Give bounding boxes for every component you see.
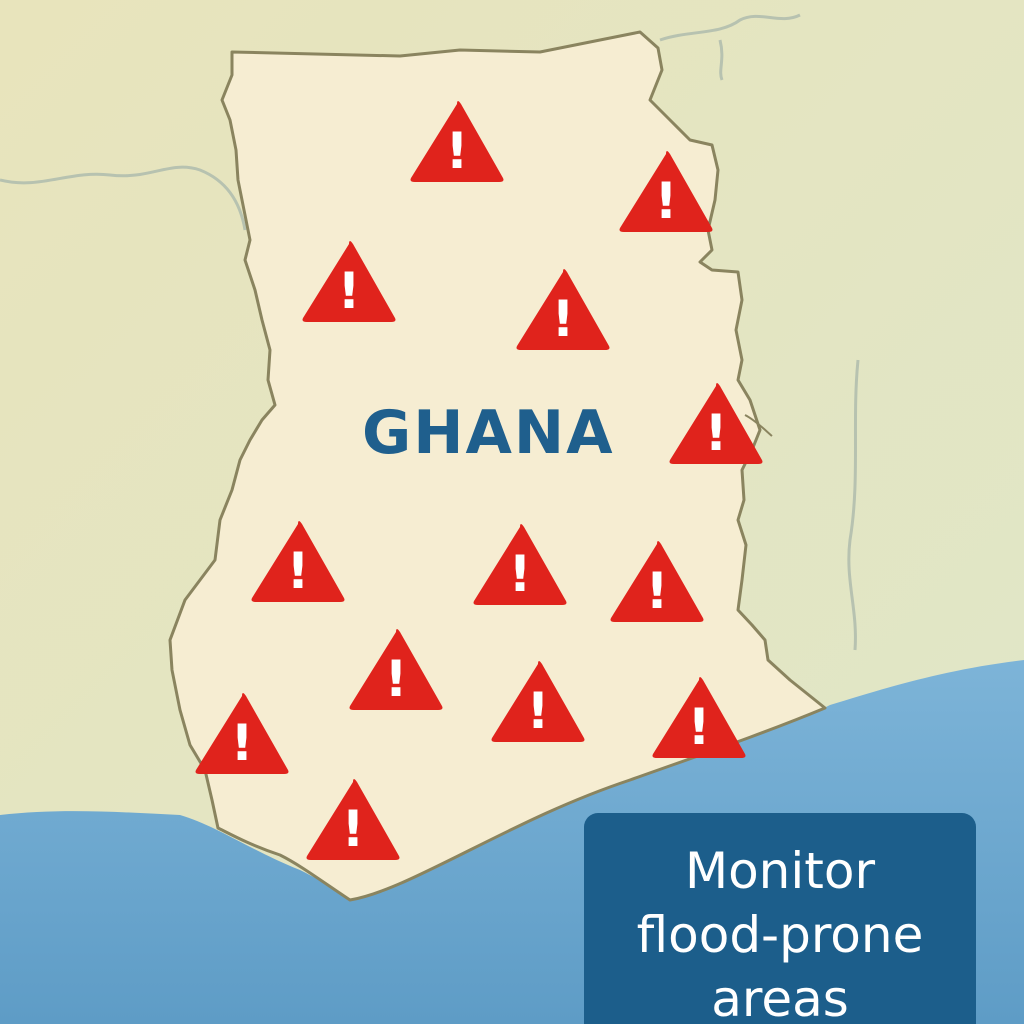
map-view: !!!!!!!!!!!!! GHANA Monitor flood-prone … [0,0,1024,1024]
warning-exclamation: ! [705,404,728,462]
neighbor-border-north-tick [718,39,724,81]
warning-exclamation: ! [552,290,575,348]
warning-exclamation: ! [338,262,361,320]
warning-exclamation: ! [527,682,550,740]
warning-exclamation: ! [342,800,365,858]
warning-exclamation: ! [509,545,532,603]
callout-text: Monitor flood-prone areas [636,842,924,1024]
warning-exclamation: ! [231,714,254,772]
warning-exclamation: ! [385,650,408,708]
callout-box: Monitor flood-prone areas [584,813,976,1024]
warning-exclamation: ! [655,172,678,230]
warning-exclamation: ! [287,542,310,600]
warning-exclamation: ! [688,698,711,756]
warning-exclamation: ! [446,122,469,180]
country-label: GHANA [362,398,615,468]
warning-exclamation: ! [646,562,669,620]
